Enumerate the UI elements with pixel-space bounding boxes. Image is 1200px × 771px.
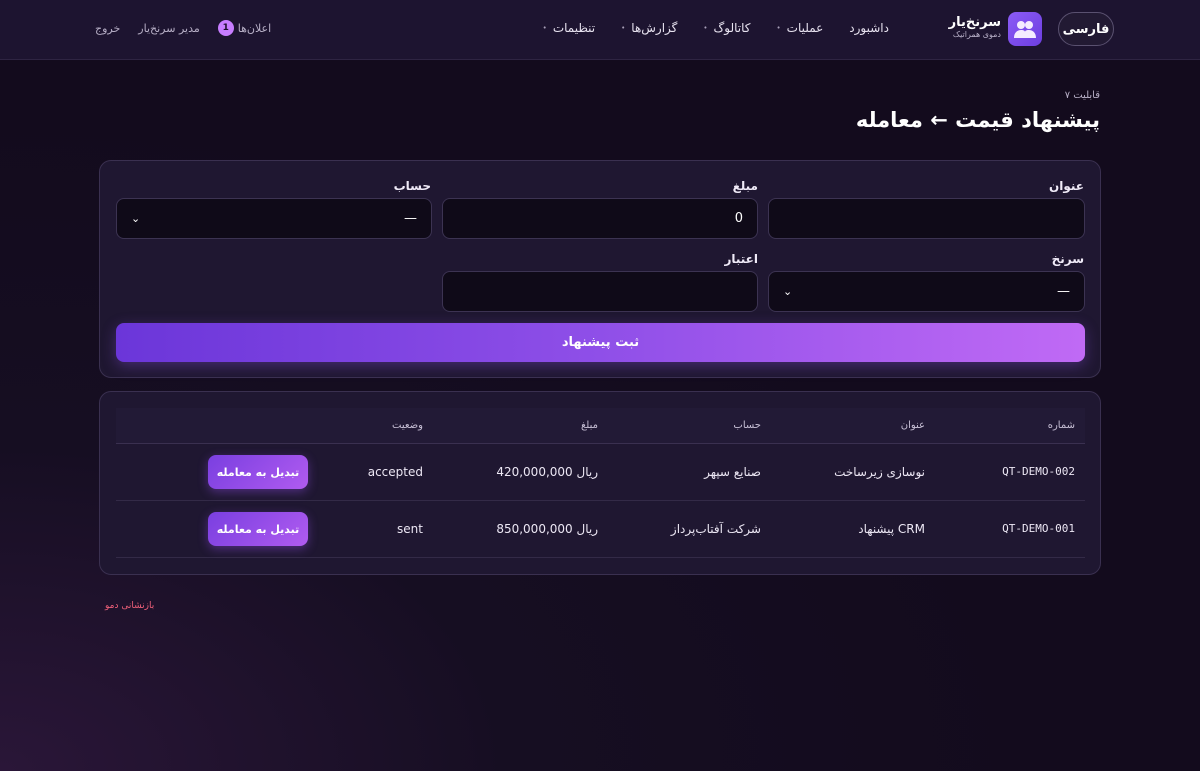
- nav-label: عملیات: [786, 21, 824, 35]
- title-input[interactable]: [768, 198, 1085, 239]
- cell-status: sent: [397, 522, 423, 536]
- notifications-link[interactable]: 1 اعلان‌ها: [217, 20, 272, 36]
- quote-form-card: عنوان مبلغ 0 حساب ⌄ — سرنخ ⌄ — اعتبار ثب…: [99, 160, 1101, 378]
- table-row: QT-DEMO-002 نوسازی زیرساخت صنایع سپهر 42…: [116, 444, 1085, 501]
- cell-amount: 850,000,000 ریال: [496, 522, 598, 536]
- amount-label: مبلغ: [732, 179, 758, 193]
- chevron-down-icon: ⌄: [783, 285, 793, 298]
- amount-input[interactable]: 0: [442, 198, 758, 239]
- cell-number: QT-DEMO-001: [1002, 522, 1075, 535]
- convert-to-deal-button[interactable]: تبدیل به معامله: [208, 512, 308, 546]
- nav-dashboard[interactable]: داشبورد: [849, 21, 889, 35]
- brand: سرنخ‌یار دموی همراتیک: [949, 15, 1001, 40]
- table-header: شماره عنوان حساب مبلغ وضعیت: [116, 408, 1085, 444]
- nav-catalog[interactable]: کاتالوگ •: [703, 21, 750, 35]
- lead-select-value: —: [1057, 284, 1070, 299]
- cell-account: صنایع سپهر: [704, 465, 761, 479]
- column-header-title: عنوان: [900, 420, 925, 431]
- logout-link[interactable]: خروج: [95, 22, 120, 35]
- validity-input[interactable]: [442, 271, 758, 312]
- brand-subtitle: دموی همراتیک: [952, 30, 1001, 39]
- amount-input-value: 0: [734, 211, 743, 226]
- language-button[interactable]: فارسی: [1058, 12, 1114, 46]
- dropdown-dot-icon: •: [776, 24, 781, 32]
- nav-label: کاتالوگ: [713, 21, 751, 35]
- quotes-table-card: شماره عنوان حساب مبلغ وضعیت QT-DEMO-002 …: [99, 391, 1101, 575]
- nav-settings[interactable]: تنظیمات •: [543, 21, 595, 35]
- brand-logo[interactable]: [1008, 12, 1042, 46]
- users-icon: [1014, 21, 1036, 38]
- page-title: پیشنهاد قیمت ← معامله: [855, 108, 1100, 132]
- notifications-label: اعلان‌ها: [237, 21, 272, 35]
- cell-amount: 420,000,000 ریال: [496, 465, 598, 479]
- cell-title: پیشنهاد CRM: [858, 522, 925, 536]
- lead-label: سرنخ: [1051, 252, 1084, 266]
- breadcrumb: قابلیت ۷: [1064, 90, 1100, 101]
- nav-label: تنظیمات: [552, 21, 596, 35]
- main-nav: داشبورد عملیات • کاتالوگ • گزارش‌ها • تنظیم…: [543, 21, 889, 35]
- dropdown-dot-icon: •: [542, 24, 547, 32]
- nav-label: گزارش‌ها: [631, 21, 678, 35]
- table-row: QT-DEMO-001 پیشنهاد CRM شرکت آفتاب‌پرداز…: [116, 501, 1085, 558]
- column-header-status: وضعیت: [392, 420, 423, 431]
- dropdown-dot-icon: •: [703, 24, 708, 32]
- column-header-amount: مبلغ: [580, 420, 598, 431]
- account-select-value: —: [404, 211, 417, 226]
- title-label: عنوان: [1049, 179, 1084, 193]
- dropdown-dot-icon: •: [621, 24, 626, 32]
- nav-reports[interactable]: گزارش‌ها •: [621, 21, 677, 35]
- column-header-account: حساب: [733, 420, 761, 431]
- column-header-number: شماره: [1047, 420, 1075, 431]
- nav-label: داشبورد: [849, 21, 889, 35]
- chevron-down-icon: ⌄: [131, 212, 141, 225]
- reset-demo-link[interactable]: بازنشانی دمو: [105, 601, 154, 611]
- convert-to-deal-button[interactable]: تبدیل به معامله: [208, 455, 308, 489]
- user-name[interactable]: مدیر سرنخ‌یار: [138, 22, 199, 35]
- nav-operations[interactable]: عملیات •: [777, 21, 824, 35]
- cell-status: accepted: [367, 465, 423, 479]
- top-header: فارسی سرنخ‌یار دموی همراتیک داشبورد عملی…: [0, 0, 1200, 60]
- brand-title: سرنخ‌یار: [948, 15, 1001, 30]
- submit-quote-button[interactable]: ثبت پیشنهاد: [116, 323, 1085, 362]
- notification-count-badge: 1: [217, 20, 234, 36]
- account-label: حساب: [393, 179, 431, 193]
- account-select[interactable]: ⌄ —: [116, 198, 432, 239]
- cell-account: شرکت آفتاب‌پرداز: [670, 522, 761, 536]
- lead-select[interactable]: ⌄ —: [768, 271, 1085, 312]
- validity-label: اعتبار: [724, 252, 758, 266]
- cell-title: نوسازی زیرساخت: [834, 465, 925, 479]
- user-bar: خروج مدیر سرنخ‌یار 1 اعلان‌ها: [95, 20, 271, 36]
- cell-number: QT-DEMO-002: [1002, 465, 1075, 478]
